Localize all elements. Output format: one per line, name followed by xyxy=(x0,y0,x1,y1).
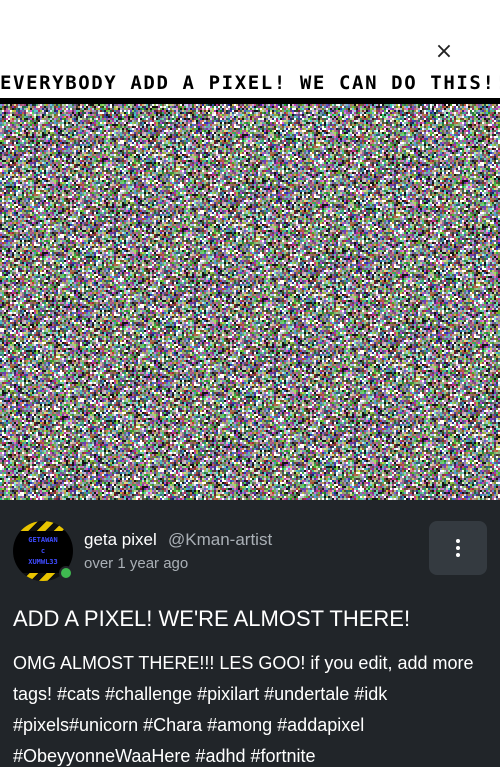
pixel-art-image xyxy=(0,104,500,500)
online-status-icon xyxy=(59,566,73,580)
more-vertical-icon-dot xyxy=(456,546,460,550)
more-vertical-icon-dot xyxy=(456,553,460,557)
avatar-text-line1: GETAWAN xyxy=(28,536,58,544)
close-icon[interactable]: × xyxy=(430,38,458,66)
more-options-button[interactable] xyxy=(429,521,487,575)
pixel-noise-canvas xyxy=(0,104,500,500)
post-timestamp: over 1 year ago xyxy=(84,555,189,572)
author-name[interactable]: geta pixel xyxy=(84,530,157,550)
post-title: ADD A PIXEL! WE'RE ALMOST THERE! xyxy=(13,606,411,631)
banner-title: EVERYBODY ADD A PIXEL! WE CAN DO THIS!!! xyxy=(0,72,500,94)
top-bar: × xyxy=(0,0,500,70)
avatar-caution-stripes-top xyxy=(13,521,73,531)
post-description: OMG ALMOST THERE!!! LES GOO! if you edit… xyxy=(13,653,474,766)
pixel-art-banner: EVERYBODY ADD A PIXEL! WE CAN DO THIS!!! xyxy=(0,70,500,100)
avatar-text-line2: c xyxy=(40,547,46,555)
avatar-text-line3: XUMWL33 xyxy=(28,558,58,566)
more-vertical-icon xyxy=(456,539,460,543)
post-info-panel: GETAWAN c XUMWL33 geta pixel @Kman-artis… xyxy=(0,500,500,767)
author-handle[interactable]: @Kman-artist xyxy=(168,530,272,550)
